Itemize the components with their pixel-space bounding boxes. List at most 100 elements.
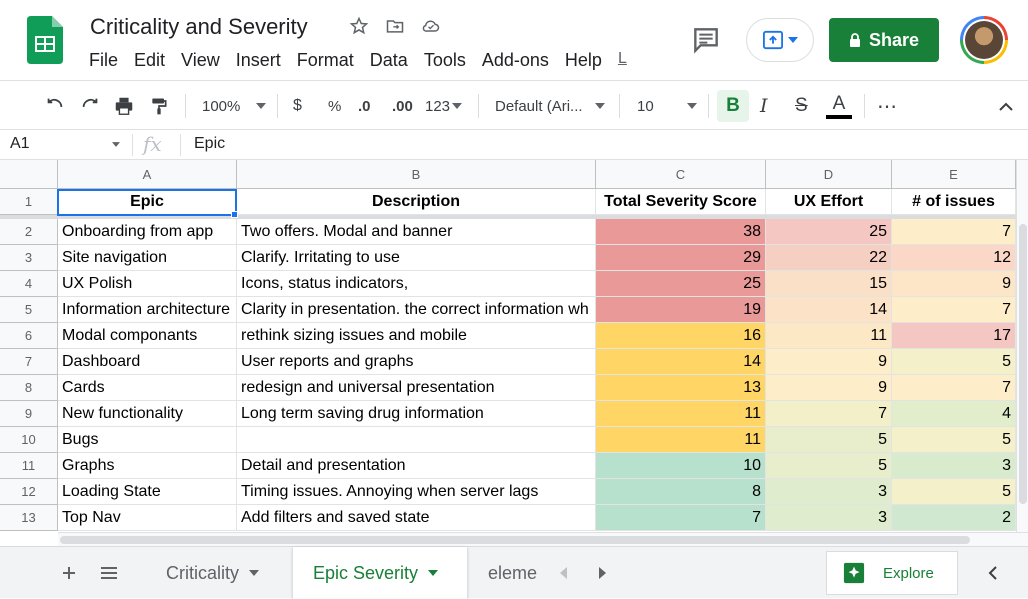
menu-insert[interactable]: Insert [236,50,281,71]
table-cell[interactable]: 7 [892,297,1016,323]
add-sheet-icon[interactable] [62,547,76,599]
table-cell[interactable]: Site navigation [58,245,237,271]
more-formats-button[interactable]: 123 [425,81,463,131]
document-title[interactable]: Criticality and Severity [90,14,308,40]
table-cell[interactable]: 16 [596,323,766,349]
row-header[interactable]: 8 [0,375,58,401]
horizontal-scroll-thumb[interactable] [60,536,970,544]
sheets-logo-icon[interactable] [27,16,63,64]
table-cell[interactable]: UX Polish [58,271,237,297]
table-cell[interactable]: 29 [596,245,766,271]
table-cell[interactable]: 9 [892,271,1016,297]
scroll-tabs-right-icon[interactable] [598,547,606,599]
header-cell[interactable]: Description [237,189,596,215]
table-cell[interactable]: 4 [892,401,1016,427]
currency-format-button[interactable]: $ [293,81,302,131]
header-cell[interactable]: # of issues [892,189,1016,215]
table-cell[interactable]: 17 [892,323,1016,349]
print-icon[interactable] [113,81,135,131]
last-edit-link[interactable]: L [618,50,627,71]
table-cell[interactable]: New functionality [58,401,237,427]
table-cell[interactable]: Clarify. Irritating to use [237,245,596,271]
column-header-c[interactable]: C [596,160,766,189]
move-folder-icon[interactable] [384,15,406,37]
table-cell[interactable] [237,427,596,453]
table-cell[interactable]: 3 [892,453,1016,479]
table-cell[interactable]: 11 [596,401,766,427]
fill-handle[interactable] [231,211,238,218]
table-cell[interactable]: 14 [766,297,892,323]
table-cell[interactable]: rethink sizing issues and mobile [237,323,596,349]
table-cell[interactable]: User reports and graphs [237,349,596,375]
row-header[interactable]: 3 [0,245,58,271]
menu-file[interactable]: File [89,50,118,71]
menu-tools[interactable]: Tools [424,50,466,71]
strikethrough-button[interactable]: S [795,81,808,131]
table-cell[interactable]: Timing issues. Annoying when server lags [237,479,596,505]
menu-edit[interactable]: Edit [134,50,165,71]
table-cell[interactable]: 7 [892,375,1016,401]
row-header[interactable]: 2 [0,219,58,245]
row-header[interactable]: 7 [0,349,58,375]
increase-decimal-button[interactable]: .00 [392,81,413,131]
table-cell[interactable]: 15 [766,271,892,297]
tab-epic-severity[interactable]: Epic Severity [293,547,467,599]
percent-format-button[interactable]: % [328,81,341,131]
table-cell[interactable]: 14 [596,349,766,375]
zoom-select[interactable]: 100% [202,81,267,131]
chevron-down-icon[interactable] [112,142,120,147]
explore-button[interactable]: Explore [826,551,958,595]
collapse-toolbar-icon[interactable] [998,81,1014,131]
menu-format[interactable]: Format [297,50,354,71]
redo-icon[interactable] [79,81,101,131]
table-cell[interactable]: Loading State [58,479,237,505]
share-button[interactable]: Share [829,18,939,62]
paint-format-icon[interactable] [149,81,169,131]
table-cell[interactable]: 5 [892,479,1016,505]
horizontal-scrollbar[interactable] [58,532,1028,546]
table-cell[interactable]: 25 [766,219,892,245]
table-cell[interactable]: 22 [766,245,892,271]
table-cell[interactable]: Icons, status indicators, [237,271,596,297]
avatar[interactable] [960,16,1008,64]
table-cell[interactable]: redesign and universal presentation [237,375,596,401]
menu-addons[interactable]: Add-ons [482,50,549,71]
italic-button[interactable]: I [760,81,768,131]
text-color-button[interactable]: A [826,81,852,131]
table-cell[interactable]: 9 [766,375,892,401]
table-cell[interactable]: Onboarding from app [58,219,237,245]
table-cell[interactable]: 5 [766,453,892,479]
menu-help[interactable]: Help [565,50,602,71]
table-cell[interactable]: 3 [766,505,892,531]
table-cell[interactable]: Add filters and saved state [237,505,596,531]
table-cell[interactable]: Detail and presentation [237,453,596,479]
table-cell[interactable]: 9 [766,349,892,375]
vertical-scroll-thumb[interactable] [1019,224,1027,504]
more-options-icon[interactable]: ⋯ [877,81,897,131]
cloud-status-icon[interactable] [420,15,442,37]
menu-data[interactable]: Data [370,50,408,71]
present-button[interactable] [746,18,814,62]
table-cell[interactable]: 7 [596,505,766,531]
table-cell[interactable]: 13 [596,375,766,401]
font-family-select[interactable]: Default (Ari... [495,81,605,131]
table-cell[interactable]: Graphs [58,453,237,479]
font-size-select[interactable]: 10 [637,81,697,131]
column-header-e[interactable]: E [892,160,1016,189]
row-header[interactable]: 12 [0,479,58,505]
star-icon[interactable] [348,15,370,37]
row-header[interactable]: 13 [0,505,58,531]
row-header[interactable]: 1 [0,189,58,215]
row-header[interactable]: 11 [0,453,58,479]
scroll-tabs-left-icon[interactable] [560,547,568,599]
formula-input[interactable]: Epic [194,135,225,153]
table-cell[interactable]: 12 [892,245,1016,271]
table-cell[interactable]: 38 [596,219,766,245]
tab-elements[interactable]: eleme [474,547,544,599]
row-header[interactable]: 9 [0,401,58,427]
row-header[interactable]: 4 [0,271,58,297]
table-cell[interactable]: Information architecture [58,297,237,323]
undo-icon[interactable] [44,81,66,131]
table-cell[interactable]: Clarity in presentation. the correct inf… [237,297,596,323]
table-cell[interactable]: 8 [596,479,766,505]
